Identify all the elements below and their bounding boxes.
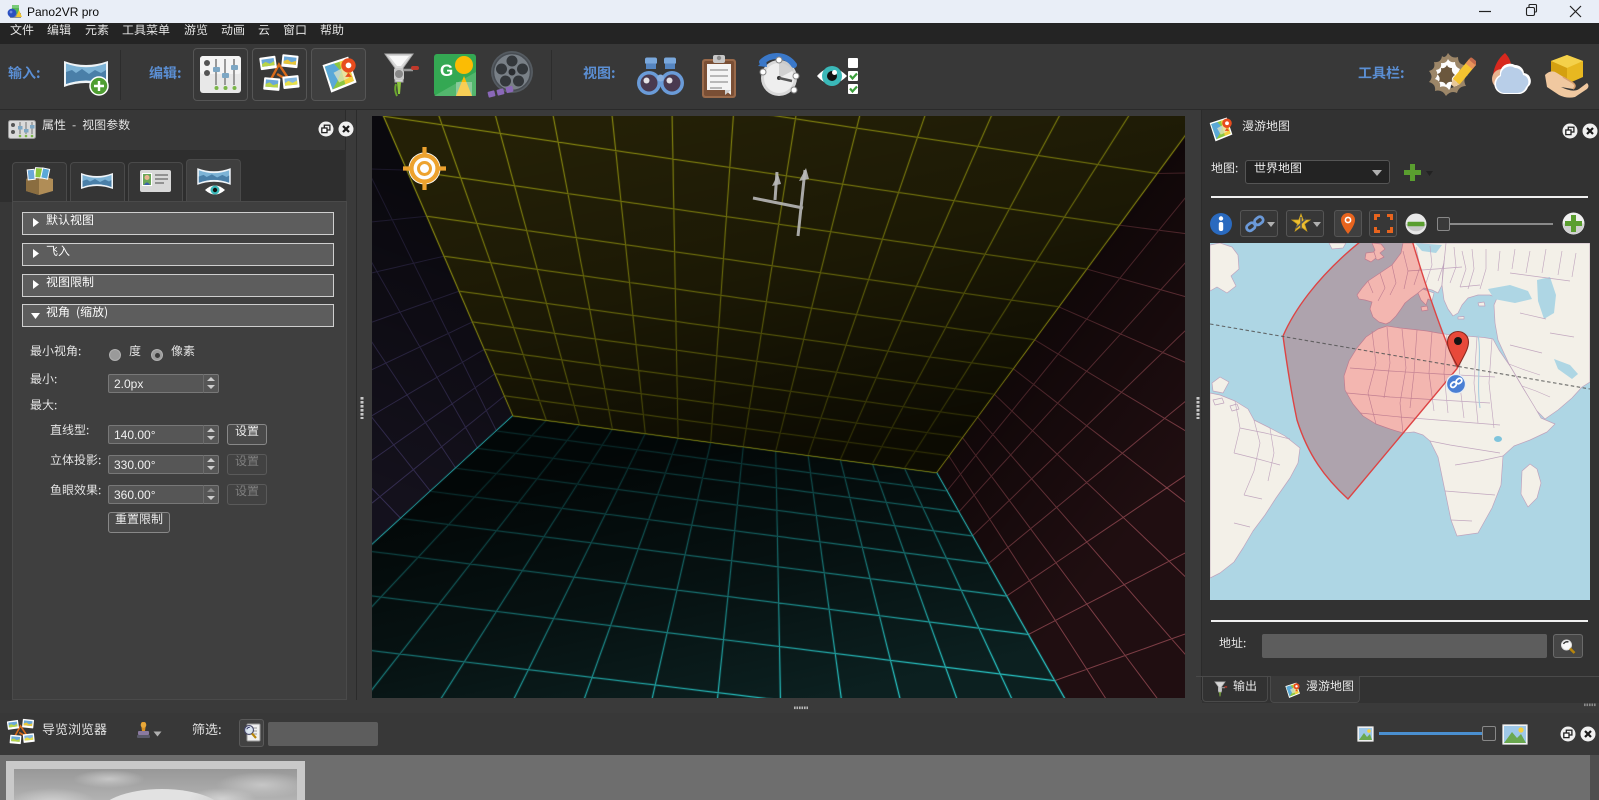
- svg-text:G: G: [440, 61, 453, 80]
